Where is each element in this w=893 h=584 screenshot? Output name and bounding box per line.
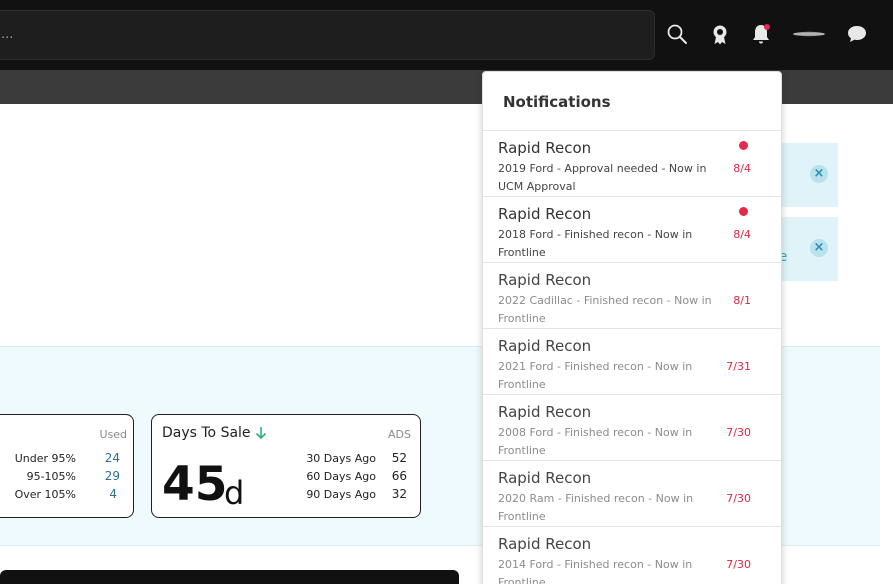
notification-text: 2019 Ford - Approval needed - Now in UCM… bbox=[498, 162, 707, 193]
alert-close-button[interactable]: × bbox=[810, 239, 828, 257]
notification-date: 8/4 bbox=[733, 162, 751, 175]
notification-date: 8/4 bbox=[733, 228, 751, 241]
days-to-sale-card: Days To Sale ADS 45 d 30 Days Ago 52 60 … bbox=[151, 414, 421, 518]
used-inventory-card: Used Under 95% 24 95-105% 29 Over 105% 4 bbox=[0, 414, 134, 518]
avatar[interactable] bbox=[792, 26, 826, 42]
notification-item[interactable]: Rapid Recon 2021 Ford - Finished recon -… bbox=[483, 329, 781, 395]
notification-date: 8/1 bbox=[733, 294, 751, 307]
ads-header: ADS bbox=[388, 428, 411, 441]
notification-item[interactable]: Rapid Recon 2018 Ford - Finished recon -… bbox=[483, 197, 781, 263]
unread-dot bbox=[739, 141, 748, 150]
days-to-sale-value: 45 bbox=[162, 457, 228, 512]
notification-date: 7/30 bbox=[726, 558, 751, 571]
notification-title: Rapid Recon bbox=[498, 139, 592, 157]
alert-close-button[interactable]: × bbox=[810, 165, 828, 183]
chat-icon[interactable] bbox=[845, 22, 869, 46]
ads-row-value: 32 bbox=[391, 487, 407, 501]
notification-title: Rapid Recon bbox=[498, 271, 592, 289]
notification-date: 7/31 bbox=[726, 360, 751, 373]
bell-unread-dot bbox=[764, 24, 770, 30]
days-to-sale-unit: d bbox=[224, 474, 245, 512]
ads-row-label: 30 Days Ago bbox=[306, 452, 376, 465]
top-navigation-bar: ... bbox=[0, 0, 893, 70]
notifications-title: Notifications bbox=[503, 93, 611, 111]
award-badge-icon[interactable] bbox=[708, 22, 732, 46]
used-card-header: Used bbox=[99, 428, 127, 441]
notification-item[interactable]: Rapid Recon 2020 Ram - Finished recon - … bbox=[483, 461, 781, 527]
bell-icon[interactable] bbox=[749, 22, 773, 46]
ads-row-value: 52 bbox=[391, 451, 407, 465]
notification-text: 2014 Ford - Finished recon - Now in Fron… bbox=[498, 558, 693, 584]
notification-item[interactable]: Rapid Recon 2014 Ford - Finished recon -… bbox=[483, 527, 781, 584]
notifications-header: Notifications bbox=[483, 72, 781, 131]
used-row-value: 29 bbox=[104, 469, 120, 483]
days-to-sale-title: Days To Sale bbox=[162, 425, 251, 441]
notification-text: 2020 Ram - Finished recon - Now in Front… bbox=[498, 492, 694, 523]
notification-title: Rapid Recon bbox=[498, 205, 592, 223]
notification-title: Rapid Recon bbox=[498, 469, 592, 487]
notification-title: Rapid Recon bbox=[498, 535, 592, 553]
notification-item[interactable]: Rapid Recon 2019 Ford - Approval needed … bbox=[483, 131, 781, 197]
notification-date: 7/30 bbox=[726, 492, 751, 505]
search-icon[interactable] bbox=[665, 22, 689, 46]
ads-row-label: 90 Days Ago bbox=[306, 488, 376, 501]
used-row-label: 95-105% bbox=[26, 470, 76, 483]
notification-text: 2021 Ford - Finished recon - Now in Fron… bbox=[498, 360, 693, 391]
trend-down-arrow-icon bbox=[254, 425, 268, 441]
notification-item[interactable]: Rapid Recon 2022 Cadillac - Finished rec… bbox=[483, 263, 781, 329]
notification-text: 2018 Ford - Finished recon - Now in Fron… bbox=[498, 228, 693, 259]
notification-item[interactable]: Rapid Recon 2008 Ford - Finished recon -… bbox=[483, 395, 781, 461]
unread-dot bbox=[739, 207, 748, 216]
global-search-input[interactable]: ... bbox=[0, 10, 655, 60]
notification-text: 2022 Cadillac - Finished recon - Now in … bbox=[498, 294, 712, 325]
used-row-label: Over 105% bbox=[14, 488, 76, 501]
ads-row-label: 60 Days Ago bbox=[306, 470, 376, 483]
notification-title: Rapid Recon bbox=[498, 337, 592, 355]
used-row-value: 24 bbox=[104, 451, 120, 465]
used-row-label: Under 95% bbox=[14, 452, 76, 465]
notification-text: 2008 Ford - Finished recon - Now in Fron… bbox=[498, 426, 693, 457]
notification-title: Rapid Recon bbox=[498, 403, 592, 421]
notification-date: 7/30 bbox=[726, 426, 751, 439]
ads-row-value: 66 bbox=[391, 469, 407, 483]
used-row-value: 4 bbox=[109, 487, 117, 501]
search-placeholder: ... bbox=[1, 27, 14, 42]
bottom-dark-bar bbox=[0, 570, 459, 584]
notifications-dropdown: Notifications Rapid Recon 2019 Ford - Ap… bbox=[482, 71, 782, 584]
